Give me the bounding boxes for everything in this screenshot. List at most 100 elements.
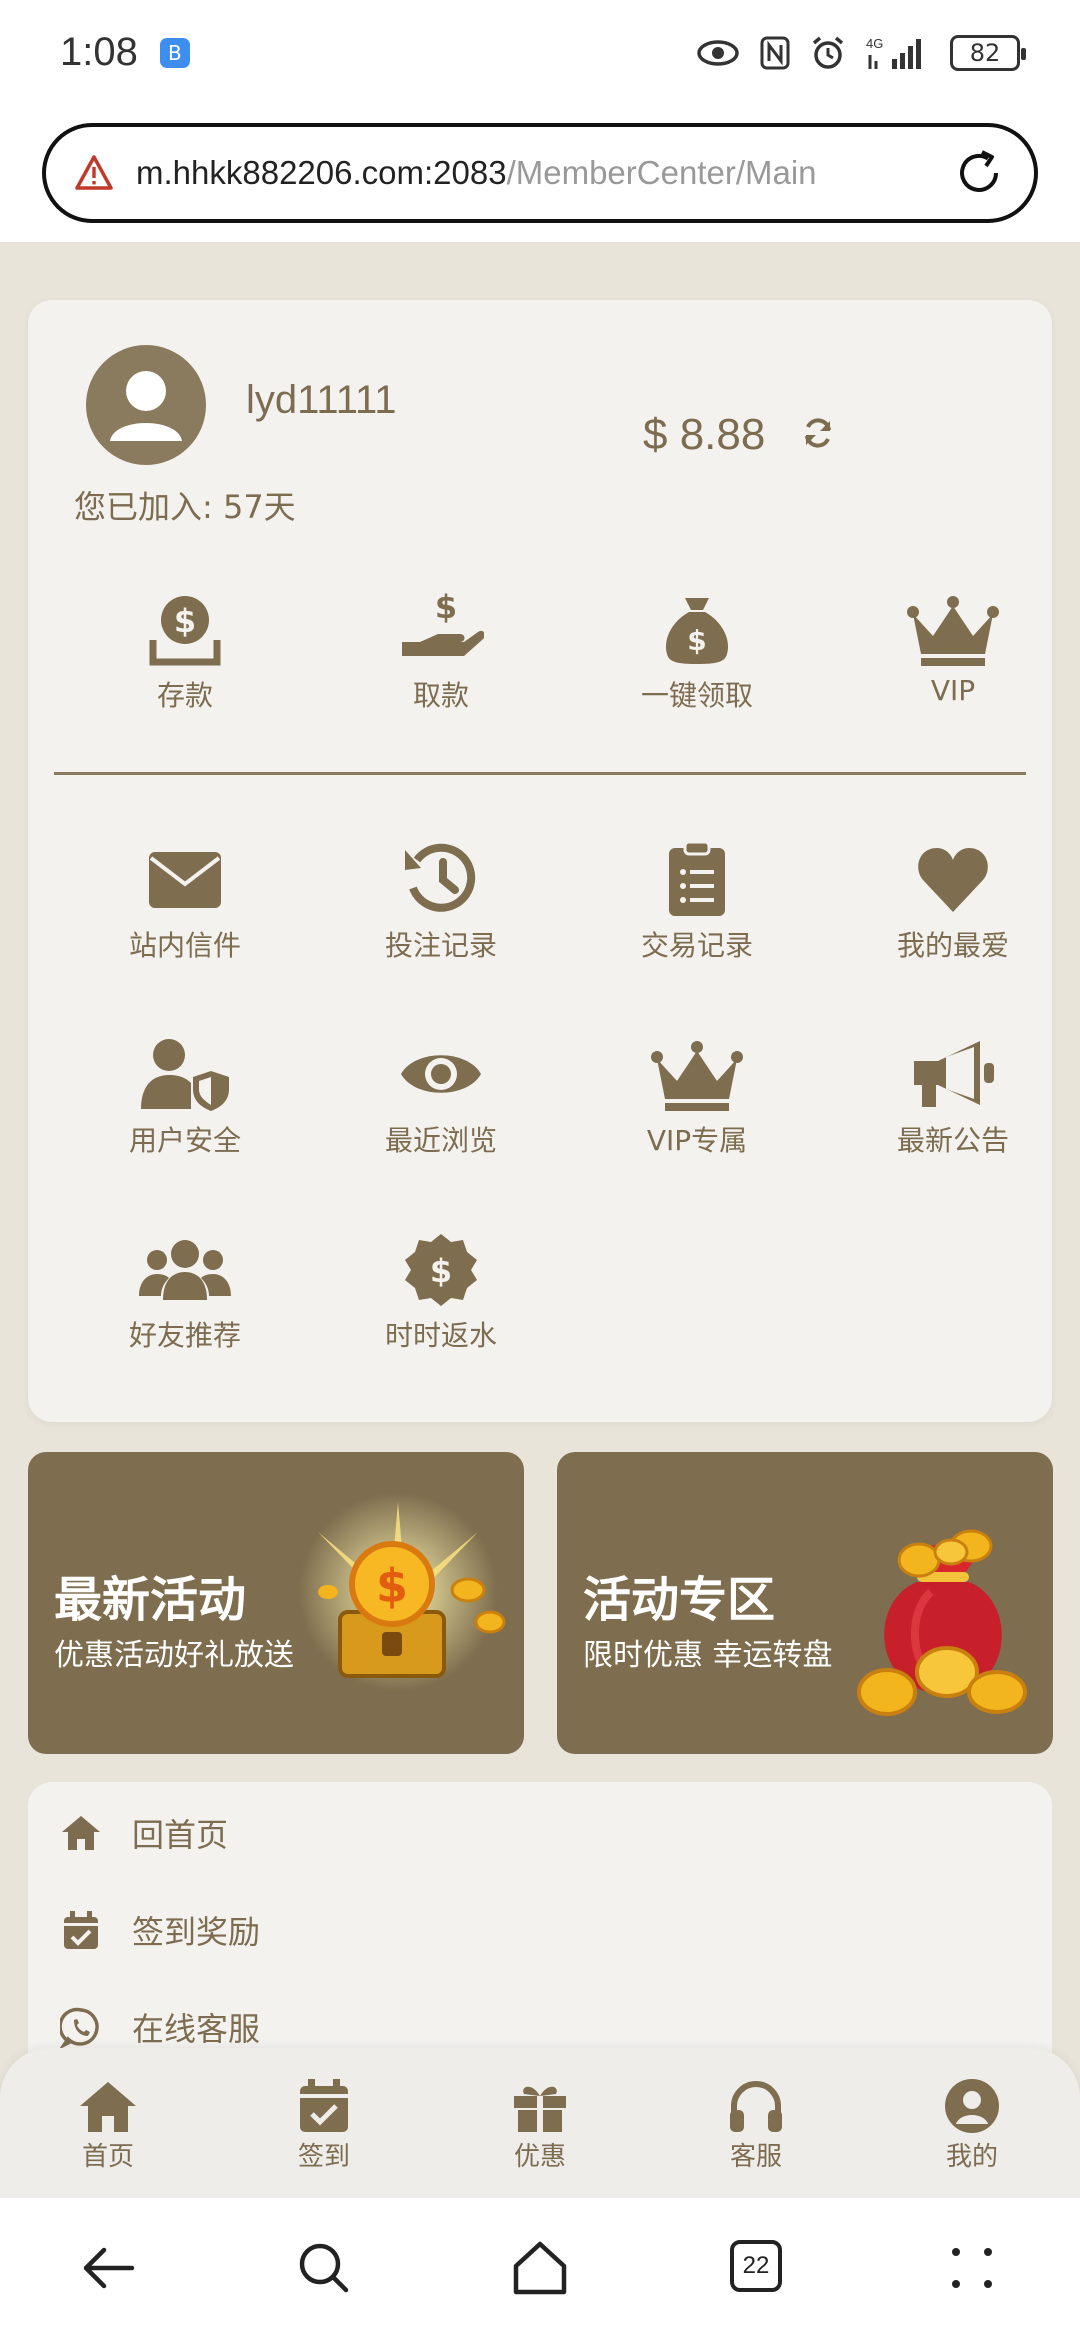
favorites-label: 我的最爱: [896, 929, 1009, 962]
avatar[interactable]: [86, 345, 206, 465]
username: lyd11111: [246, 378, 397, 422]
user-shield-icon: [141, 1039, 229, 1111]
vip-exclusive-button[interactable]: VIP专属: [607, 1035, 787, 1159]
member-card: lyd11111 您已加入: 57天 $ 8.88 $ 存款 $ 取款 $ 一键…: [28, 300, 1052, 1422]
vip-label: VIP: [930, 674, 976, 707]
withdraw-label: 取款: [412, 679, 469, 712]
history-icon: [405, 843, 476, 912]
rebate-button[interactable]: $ 时时返水: [351, 1230, 531, 1354]
deposit-icon: $: [149, 596, 221, 666]
eye-icon: [401, 1055, 481, 1093]
tab-home[interactable]: 首页: [38, 2078, 178, 2173]
back-arrow-icon[interactable]: [78, 2238, 138, 2298]
refresh-balance-icon[interactable]: [800, 415, 836, 451]
deposit-button[interactable]: $ 存款: [95, 590, 275, 714]
section-divider: [54, 772, 1026, 775]
calendar-check-icon: [64, 1911, 98, 1949]
mail-icon: [149, 852, 221, 908]
home-icon: [80, 2082, 136, 2132]
tab-checkin[interactable]: 签到: [254, 2078, 394, 2173]
svg-text:$: $: [376, 1559, 408, 1613]
rebate-label: 时时返水: [384, 1319, 497, 1352]
nfc-icon: [760, 36, 790, 69]
home-nav-icon[interactable]: [510, 2238, 570, 2298]
favorites-button[interactable]: 我的最爱: [863, 840, 1043, 964]
alarm-icon: [812, 36, 844, 69]
network-label: 4G: [866, 36, 883, 51]
url-host: m.hhkk882206.com:2083: [136, 154, 507, 191]
home-icon: [62, 1816, 100, 1850]
claim-all-label: 一键领取: [640, 679, 753, 712]
referral-button[interactable]: 好友推荐: [95, 1230, 275, 1354]
lucky-bag-image: [857, 1529, 1027, 1716]
menu-item-label: 签到奖励: [132, 1913, 261, 1951]
promo-banner-events[interactable]: 活动专区 限时优惠 幸运转盘: [557, 1452, 1053, 1754]
dollar-badge-icon: $: [405, 1234, 477, 1306]
referral-label: 好友推荐: [128, 1319, 241, 1352]
announcements-label: 最新公告: [896, 1124, 1009, 1157]
menu-item-checkin-reward[interactable]: 签到奖励: [60, 1907, 260, 1953]
gift-icon: [514, 2086, 566, 2132]
promo-title: 活动专区: [583, 1572, 776, 1628]
whatsapp-icon: [60, 2007, 99, 2048]
headphones-icon: [730, 2081, 782, 2132]
transaction-history-label: 交易记录: [640, 929, 753, 962]
crown-icon: [651, 1041, 743, 1111]
menu-item-label: 回首页: [132, 1816, 229, 1854]
withdraw-button[interactable]: $ 取款: [351, 590, 531, 714]
user-security-label: 用户安全: [128, 1124, 241, 1157]
bet-history-button[interactable]: 投注记录: [351, 840, 531, 964]
status-icons: 4G 82: [696, 34, 1026, 71]
recent-views-label: 最近浏览: [384, 1124, 497, 1157]
heart-icon: [918, 848, 988, 912]
announcements-button[interactable]: 最新公告: [863, 1035, 1043, 1159]
eye-status-icon: [697, 39, 739, 66]
promo-subtitle: 优惠活动好礼放送: [54, 1638, 294, 1673]
vip-button[interactable]: VIP: [863, 590, 1043, 707]
bet-history-label: 投注记录: [384, 929, 497, 962]
user-circle-icon: [945, 2079, 999, 2133]
tab-label: 我的: [945, 2142, 998, 2172]
join-duration: 您已加入: 57天: [74, 488, 296, 526]
warning-icon[interactable]: [74, 153, 114, 193]
tab-support[interactable]: 客服: [686, 2078, 826, 2173]
deposit-label: 存款: [156, 679, 213, 712]
svg-text:$: $: [687, 624, 706, 657]
tab-promotions[interactable]: 优惠: [470, 2078, 610, 2173]
promo-subtitle: 限时优惠 幸运转盘: [583, 1638, 833, 1673]
claim-all-button[interactable]: $ 一键领取: [607, 590, 787, 714]
search-icon[interactable]: [294, 2238, 354, 2298]
recent-views-button[interactable]: 最近浏览: [351, 1035, 531, 1159]
browser-toolbar: m.hhkk882206.com:2083/MemberCenter/Main: [0, 105, 1080, 242]
system-navigation-bar: 22: [0, 2198, 1080, 2340]
svg-text:$: $: [174, 602, 196, 640]
menu-item-label: 在线客服: [132, 2010, 261, 2048]
clipboard-icon: [669, 840, 725, 916]
transaction-history-button[interactable]: 交易记录: [607, 840, 787, 964]
tab-label: 首页: [81, 2142, 134, 2172]
menu-item-home[interactable]: 回首页: [60, 1810, 228, 1856]
avatar-user-icon: [110, 371, 182, 441]
svg-text:$: $: [435, 590, 457, 626]
address-bar[interactable]: m.hhkk882206.com:2083/MemberCenter/Main: [42, 123, 1038, 223]
tab-switcher-button[interactable]: 22: [730, 2240, 782, 2292]
reload-icon[interactable]: [952, 146, 1006, 200]
svg-text:$: $: [430, 1252, 452, 1290]
url-text[interactable]: m.hhkk882206.com:2083/MemberCenter/Main: [136, 154, 817, 192]
money-bag-icon: $: [665, 598, 729, 664]
tab-label: 签到: [297, 2142, 350, 2172]
withdraw-icon: $: [402, 590, 484, 656]
more-options-icon[interactable]: [942, 2238, 1002, 2298]
inbox-label: 站内信件: [128, 929, 241, 962]
promo-banner-latest[interactable]: 最新活动 优惠活动好礼放送 $: [28, 1452, 524, 1754]
users-icon: [139, 1240, 231, 1300]
tab-profile[interactable]: 我的: [902, 2078, 1042, 2173]
user-security-button[interactable]: 用户安全: [95, 1035, 275, 1159]
calendar-check-icon: [300, 2079, 348, 2132]
balance-amount: $ 8.88: [643, 410, 766, 459]
inbox-button[interactable]: 站内信件: [95, 840, 275, 964]
app-notification-icon: B: [159, 37, 190, 68]
battery-indicator: 82: [950, 34, 1026, 71]
menu-item-online-support[interactable]: 在线客服: [60, 2004, 260, 2050]
treasure-chest-image: $: [298, 1492, 506, 1692]
